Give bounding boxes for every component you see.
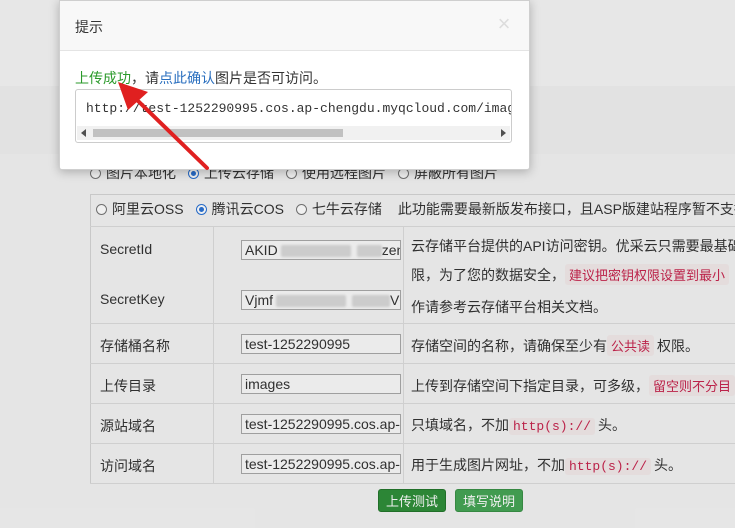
scroll-left-icon[interactable]	[81, 129, 86, 137]
dialog-title: 提示	[75, 19, 103, 35]
message-separator: ，请	[131, 70, 159, 86]
upload-success-text: 上传成功	[75, 70, 131, 86]
horizontal-scrollbar[interactable]	[77, 126, 510, 140]
scrollbar-thumb[interactable]	[93, 129, 343, 137]
dialog-header: 提示 ×	[60, 1, 529, 51]
dialog-message: 上传成功，请点此确认图片是否可访问。	[75, 68, 327, 88]
scroll-right-icon[interactable]	[501, 129, 506, 137]
close-icon[interactable]: ×	[495, 13, 513, 35]
page: 图片本地化 上传云存储 使用远程图片 屏蔽所有图片 阿里云OSS 腾讯云COS …	[0, 0, 735, 528]
message-rest: 图片是否可访问。	[215, 70, 327, 86]
image-url-text: http://test-1252290995.cos.ap-chengdu.my…	[86, 101, 512, 116]
alert-dialog: 提示 × 上传成功，请点此确认图片是否可访问。 http://test-1252…	[59, 0, 530, 170]
url-display-box[interactable]: http://test-1252290995.cos.ap-chengdu.my…	[75, 89, 512, 143]
confirm-link[interactable]: 点此确认	[159, 70, 215, 86]
